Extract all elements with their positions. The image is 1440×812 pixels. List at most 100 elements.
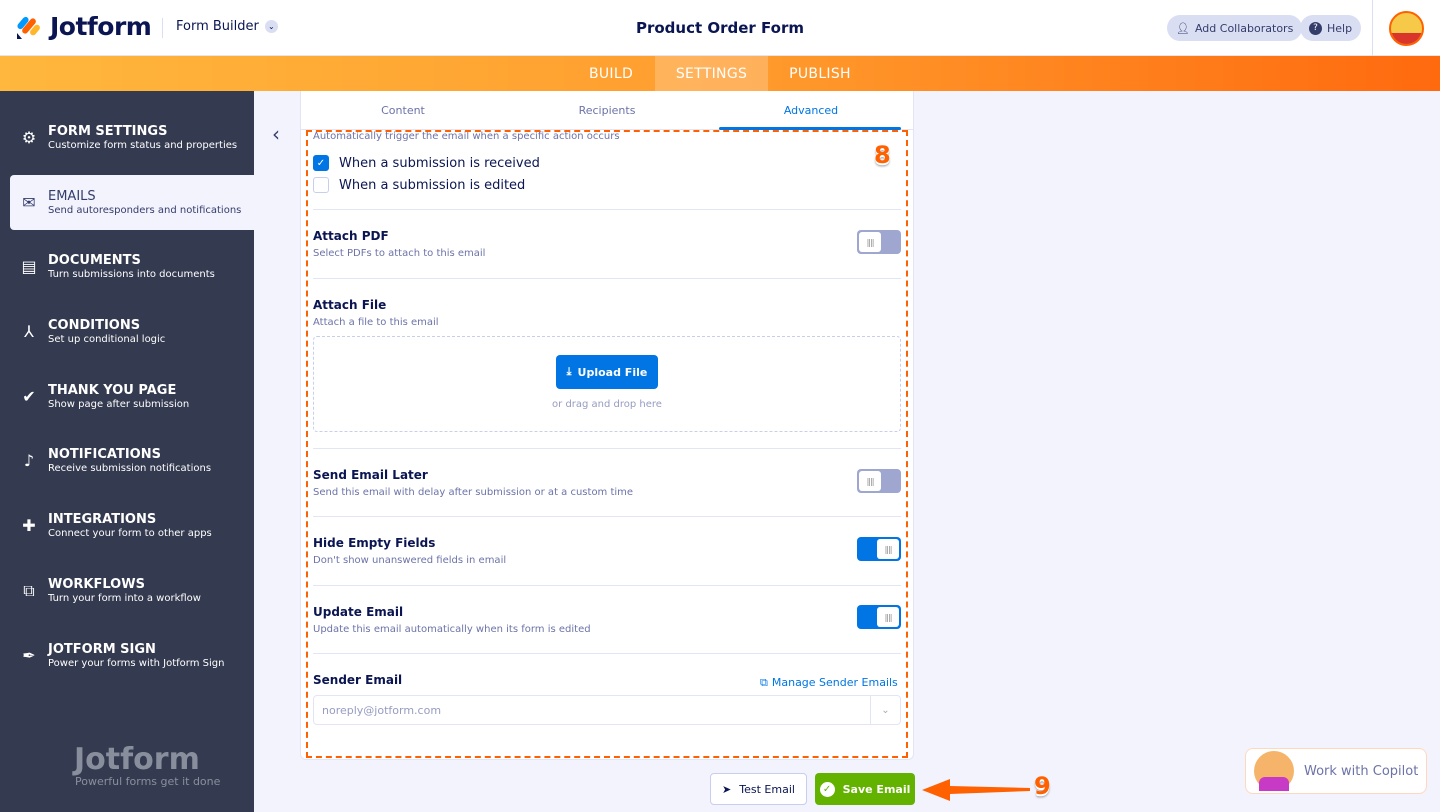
hide-empty-setting: Hide Empty Fields Don't show unanswered f… xyxy=(313,536,901,566)
document-icon: ▤ xyxy=(10,257,48,276)
sidebar-item-title: FORM SETTINGS xyxy=(48,124,237,139)
chevron-down-icon: ⌄ xyxy=(870,696,900,724)
tab-publish[interactable]: PUBLISH xyxy=(776,56,864,91)
trigger-edited-checkbox[interactable]: When a submission is edited xyxy=(313,175,901,195)
form-builder-label: Form Builder xyxy=(176,19,259,34)
sidebar-item-integrations[interactable]: ✚INTEGRATIONSConnect your form to other … xyxy=(10,498,254,553)
sidebar-item-title: EMAILS xyxy=(48,189,241,204)
logo-text: Jotform xyxy=(50,12,151,41)
sidebar-item-notifications[interactable]: ♪NOTIFICATIONSReceive submission notific… xyxy=(10,433,254,488)
avatar[interactable] xyxy=(1389,11,1424,46)
settings-sidebar: ⚙FORM SETTINGSCustomize form status and … xyxy=(0,91,254,812)
divider xyxy=(313,516,901,517)
tab-content[interactable]: Content xyxy=(301,91,505,129)
annotation-step-8: 8 xyxy=(874,141,891,169)
jotform-logo-icon xyxy=(16,14,42,40)
sidebar-item-emails[interactable]: ✉EMAILSSend autoresponders and notificat… xyxy=(10,175,254,230)
update-email-toggle[interactable]: |||| xyxy=(857,605,901,629)
help-button[interactable]: ?Help xyxy=(1300,15,1361,41)
sidebar-item-sub: Customize form status and properties xyxy=(48,139,237,152)
sidebar-item-conditions[interactable]: ⅄CONDITIONSSet up conditional logic xyxy=(10,304,254,359)
divider xyxy=(162,18,163,38)
file-drop-zone[interactable]: ⤓ Upload File or drag and drop here xyxy=(313,336,901,432)
test-email-button[interactable]: ➤ Test Email xyxy=(710,773,807,805)
setting-label: Update Email xyxy=(313,605,901,619)
tab-advanced[interactable]: Advanced xyxy=(709,91,913,129)
sidebar-item-sub: Turn your form into a workflow xyxy=(48,592,201,605)
setting-description: Send this email with delay after submiss… xyxy=(313,487,901,498)
upload-file-button[interactable]: ⤓ Upload File xyxy=(556,355,658,389)
hide-empty-toggle[interactable]: |||| xyxy=(857,537,901,561)
add-collaborators-button[interactable]: 👤︎ Add Collaborators xyxy=(1167,15,1302,41)
tab-recipients[interactable]: Recipients xyxy=(505,91,709,129)
copilot-avatar-icon xyxy=(1254,751,1294,791)
footer-tagline: Powerful forms get it done xyxy=(38,775,220,788)
sidebar-item-sub: Set up conditional logic xyxy=(48,333,165,346)
update-email-setting: Update EmailUpdate this email automatica… xyxy=(313,605,901,635)
form-builder-dropdown[interactable]: Form Builder ⌄ xyxy=(176,19,278,34)
send-later-setting: Send Email Later Send this email with del… xyxy=(313,468,901,498)
sidebar-item-documents[interactable]: ▤DOCUMENTSTurn submissions into document… xyxy=(10,239,254,294)
drag-drop-hint: or drag and drop here xyxy=(314,399,900,410)
chevron-down-icon: ⌄ xyxy=(265,20,278,33)
sidebar-item-thank-you-page[interactable]: ✔THANK YOU PAGEShow page after submissio… xyxy=(10,369,254,424)
setting-label: Hide Empty Fields xyxy=(313,536,901,550)
tab-settings[interactable]: SETTINGS xyxy=(655,56,768,91)
check-circle-icon: ✓ xyxy=(820,782,835,797)
divider xyxy=(313,585,901,586)
attach-pdf-toggle[interactable]: |||| xyxy=(857,230,901,254)
upload-label: Upload File xyxy=(578,366,648,379)
question-icon: ? xyxy=(1309,22,1322,35)
sidebar-item-title: DOCUMENTS xyxy=(48,253,215,268)
trigger-description: Automatically trigger the email when a s… xyxy=(313,131,901,142)
setting-description: Select PDFs to attach to this email xyxy=(313,248,901,259)
jotform-logo[interactable]: Jotform xyxy=(16,12,151,41)
download-arrow-icon: ⤓ xyxy=(567,365,572,379)
copilot-label: Work with Copilot xyxy=(1304,764,1418,779)
attach-pdf-setting: Attach PDFSelect PDFs to attach to this … xyxy=(313,229,901,259)
user-icon: 👤︎ xyxy=(1176,22,1190,35)
sidebar-item-workflows[interactable]: ⧉WORKFLOWSTurn your form into a workflow xyxy=(10,563,254,618)
divider xyxy=(313,209,901,210)
save-email-button[interactable]: ✓ Save Email xyxy=(815,773,915,805)
manage-label: Manage Sender Emails xyxy=(772,676,898,690)
setting-label: Send Email Later xyxy=(313,468,901,482)
trigger-received-checkbox[interactable]: ✓When a submission is received xyxy=(313,153,901,173)
checkbox-label: When a submission is edited xyxy=(339,178,525,193)
sidebar-item-title: CONDITIONS xyxy=(48,318,165,333)
check-circle-icon: ✔ xyxy=(10,387,48,406)
sidebar-item-sub: Turn submissions into documents xyxy=(48,268,215,281)
divider xyxy=(313,278,901,279)
sidebar-item-sub: Receive submission notifications xyxy=(48,462,211,475)
workflow-icon: ⧉ xyxy=(10,581,48,601)
save-email-label: Save Email xyxy=(843,783,911,796)
collapse-chevron-icon[interactable]: ‹ xyxy=(272,122,280,146)
conditions-icon: ⅄ xyxy=(10,322,48,341)
setting-description: Don't show unanswered fields in email xyxy=(313,555,901,566)
divider xyxy=(313,448,901,449)
sidebar-item-title: JOTFORM SIGN xyxy=(48,642,224,657)
sidebar-item-form-settings[interactable]: ⚙FORM SETTINGSCustomize form status and … xyxy=(10,110,254,165)
send-later-toggle[interactable]: |||| xyxy=(857,469,901,493)
add-collaborators-label: Add Collaborators xyxy=(1195,22,1293,35)
test-email-label: Test Email xyxy=(739,783,795,796)
sidebar-item-title: NOTIFICATIONS xyxy=(48,447,211,462)
sidebar-item-title: INTEGRATIONS xyxy=(48,512,212,527)
sidebar-item-jotform-sign[interactable]: ✒JOTFORM SIGNPower your forms with Jotfo… xyxy=(10,628,254,683)
tab-build[interactable]: BUILD xyxy=(575,56,647,91)
manage-sender-emails-link[interactable]: ⧉ Manage Sender Emails xyxy=(760,676,898,690)
divider xyxy=(313,653,901,654)
work-with-copilot-button[interactable]: Work with Copilot xyxy=(1245,748,1427,794)
pen-icon: ✒ xyxy=(10,646,48,665)
sidebar-item-sub: Show page after submission xyxy=(48,398,189,411)
sender-email-select[interactable]: noreply@jotform.com⌄ xyxy=(313,695,901,725)
paper-plane-icon: ➤ xyxy=(722,783,731,796)
footer-logo: JotformPowerful forms get it done xyxy=(38,745,220,788)
external-link-icon: ⧉ xyxy=(760,676,768,690)
sidebar-item-title: WORKFLOWS xyxy=(48,577,201,592)
envelope-icon: ✉ xyxy=(10,193,48,212)
sidebar-item-sub: Send autoresponders and notifications xyxy=(48,204,241,217)
sidebar-item-title: THANK YOU PAGE xyxy=(48,383,189,398)
checkbox-label: When a submission is received xyxy=(339,156,540,171)
bell-icon: ♪ xyxy=(10,451,48,470)
